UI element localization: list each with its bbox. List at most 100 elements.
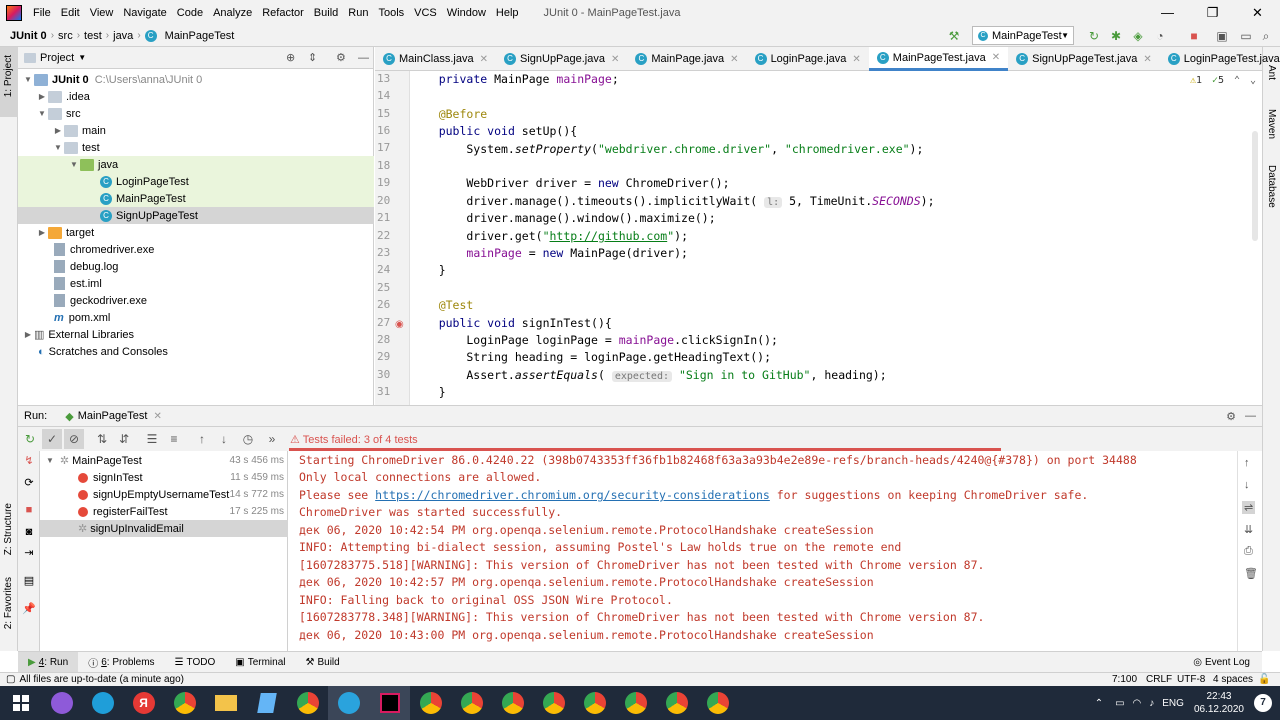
tree-item-pomxml[interactable]: m pom.xml <box>18 309 374 326</box>
test-row-signin[interactable]: signInTest 11 s 459 ms <box>40 469 288 486</box>
tree-item-java[interactable]: ▼ java <box>18 156 374 173</box>
collapse-all-icon[interactable]: ≡ <box>164 429 184 449</box>
chrome-icon[interactable] <box>492 686 533 720</box>
debug-icon[interactable]: ✱ <box>1108 28 1124 44</box>
layout-icon[interactable]: ▤ <box>21 574 37 590</box>
favorites-tool-button[interactable]: 2: Favorites <box>3 577 14 629</box>
tree-item-test[interactable]: ▼ test <box>18 139 374 156</box>
history-icon[interactable]: ◷ <box>238 429 258 449</box>
code-line[interactable]: LoginPage loginPage = mainPage.clickSign… <box>411 332 778 349</box>
tab-loginpage[interactable]: C LoginPage.java ✕ <box>747 47 869 71</box>
stop-icon[interactable]: ■ <box>1186 28 1202 44</box>
test-row-signupinvalidemail[interactable]: ✲ signUpInvalidEmail <box>40 520 288 537</box>
toggle-auto-test-icon[interactable]: ⟳ <box>21 476 37 492</box>
build-hammer-icon[interactable]: ⚒ <box>946 28 962 44</box>
notes-app-icon[interactable] <box>246 686 287 720</box>
tree-item-target[interactable]: ▶ target <box>18 224 374 241</box>
breadcrumb-class[interactable]: MainPageTest <box>161 30 239 42</box>
code-line[interactable]: @Test <box>411 297 474 314</box>
project-structure-icon[interactable]: ▣ <box>1214 28 1230 44</box>
pin-icon[interactable]: 📌 <box>21 602 37 618</box>
close-icon[interactable]: ✕ <box>611 54 619 65</box>
expand-all-icon[interactable]: ☰ <box>142 429 162 449</box>
menu-build[interactable]: Build <box>309 7 343 19</box>
print-icon[interactable]: ⎙ <box>1244 545 1253 558</box>
locate-icon[interactable]: ⊕ <box>286 51 295 64</box>
tree-item-chromedriver[interactable]: chromedriver.exe <box>18 241 374 258</box>
chrome-icon[interactable] <box>697 686 738 720</box>
run-config-tab[interactable]: MainPageTest <box>78 410 148 422</box>
tree-item-mainpagetest[interactable]: C MainPageTest <box>18 190 374 207</box>
chevron-up-icon[interactable]: ⌃ <box>1234 75 1240 86</box>
rerun-failed-icon[interactable]: ↯ <box>21 454 37 470</box>
check-icon[interactable]: ✓5 <box>1212 75 1224 86</box>
code-editor[interactable]: private MainPage mainPage; @Before publi… <box>411 71 1262 405</box>
show-passed-icon[interactable]: ✓ <box>42 429 62 449</box>
next-failed-icon[interactable]: ↓ <box>214 429 234 449</box>
maven-tool-button[interactable]: Maven <box>1266 109 1277 139</box>
code-line[interactable]: mainPage = new MainPage(driver); <box>411 245 688 262</box>
code-line[interactable]: private MainPage mainPage; <box>411 71 619 88</box>
tool-tab-problems[interactable]: ⓘ 6: Problems <box>78 655 164 670</box>
chrome-icon[interactable] <box>656 686 697 720</box>
code-line[interactable]: String heading = loginPage.getHeadingTex… <box>411 349 771 366</box>
menu-navigate[interactable]: Navigate <box>118 7 171 19</box>
telegram-icon[interactable] <box>328 686 369 720</box>
chevron-up-icon[interactable]: ⌃ <box>1095 698 1103 709</box>
menu-run[interactable]: Run <box>343 7 373 19</box>
sort-alpha-icon[interactable]: ⇅ <box>92 429 112 449</box>
tree-item-loginpagetest[interactable]: C LoginPageTest <box>18 173 374 190</box>
menu-vcs[interactable]: VCS <box>409 7 442 19</box>
layout-icon[interactable]: ▭ <box>1238 28 1254 44</box>
coverage-icon[interactable]: ◈ <box>1130 28 1146 44</box>
breadcrumb-test[interactable]: test <box>80 30 106 42</box>
menu-tools[interactable]: Tools <box>373 7 409 19</box>
code-line[interactable]: } <box>411 262 446 279</box>
tab-signuppage[interactable]: C SignUpPage.java ✕ <box>496 47 627 71</box>
sort-duration-icon[interactable]: ⇵ <box>114 429 134 449</box>
editor-scrollbar[interactable] <box>1252 131 1258 241</box>
chrome-icon[interactable] <box>287 686 328 720</box>
chrome-icon[interactable] <box>574 686 615 720</box>
chrome-icon[interactable] <box>451 686 492 720</box>
stop-icon[interactable]: ■ <box>21 504 37 520</box>
tool-tab-event-log[interactable]: ◎ Event Log <box>1183 657 1260 668</box>
collapse-icon[interactable]: ⇕ <box>308 51 317 64</box>
breadcrumb-src[interactable]: src <box>54 30 77 42</box>
tab-mainpagetest[interactable]: C MainPageTest.java ✕ <box>868 47 1009 71</box>
battery-icon[interactable]: ▭ <box>1115 698 1124 709</box>
search-icon[interactable]: ⌕ <box>1258 28 1274 44</box>
menu-edit[interactable]: Edit <box>56 7 85 19</box>
trash-icon[interactable]: 🗑 <box>1244 567 1258 580</box>
volume-icon[interactable]: ♪ <box>1149 698 1154 709</box>
menu-window[interactable]: Window <box>442 7 491 19</box>
minimize-icon[interactable]: — <box>1145 0 1190 25</box>
intellij-icon[interactable] <box>369 686 410 720</box>
database-tool-button[interactable]: Database <box>1266 165 1277 208</box>
previous-failed-icon[interactable]: ↑ <box>192 429 212 449</box>
code-line[interactable]: System.setProperty("webdriver.chrome.dri… <box>411 141 923 158</box>
line-separator[interactable]: CRLF <box>1146 674 1172 685</box>
rerun-icon[interactable]: ↻ <box>20 429 40 449</box>
gear-icon[interactable]: ⚙ <box>1226 410 1236 423</box>
notification-badge[interactable]: 7 <box>1254 694 1272 712</box>
breadcrumb-java[interactable]: java <box>109 30 137 42</box>
indent-setting[interactable]: 4 spaces <box>1213 674 1253 685</box>
run-test-gutter-icon[interactable]: ◉ <box>395 319 404 330</box>
chevron-down-icon[interactable]: ▼ <box>78 53 86 62</box>
soft-wrap-icon[interactable]: ⇌ <box>1242 501 1256 514</box>
code-line[interactable]: WebDriver driver = new ChromeDriver(); <box>411 175 729 192</box>
hide-icon[interactable]: — <box>1245 410 1256 422</box>
run-config-select[interactable]: C MainPageTest ▼ <box>972 26 1074 45</box>
tab-mainpage[interactable]: C MainPage.java ✕ <box>627 47 746 71</box>
show-ignored-icon[interactable]: ⊘ <box>64 429 84 449</box>
structure-tool-button[interactable]: Z: Structure <box>3 503 14 555</box>
close-icon[interactable]: ✕ <box>153 411 161 422</box>
tree-item-signuppagetest[interactable]: C SignUpPageTest <box>18 207 374 224</box>
tab-loginpagetest[interactable]: CLoginPageTest.java✕ <box>1160 47 1280 71</box>
file-explorer-icon[interactable] <box>205 686 246 720</box>
camera-icon[interactable]: ◙ <box>21 526 37 542</box>
chrome-icon[interactable] <box>615 686 656 720</box>
language-indicator[interactable]: ENG <box>1162 698 1184 709</box>
menu-code[interactable]: Code <box>172 7 208 19</box>
